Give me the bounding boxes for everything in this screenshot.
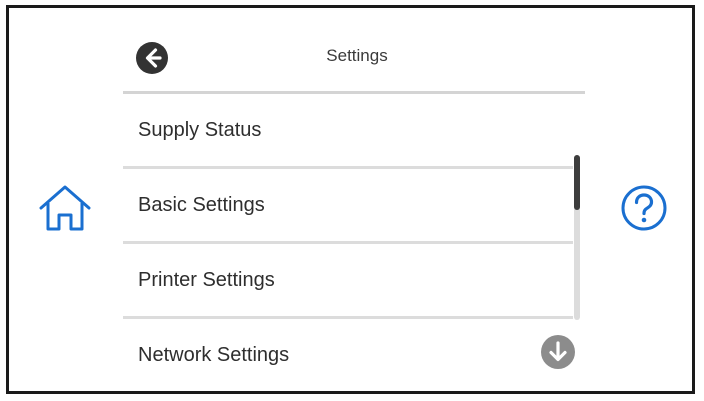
menu-item-network-settings[interactable]: Network Settings <box>123 319 573 394</box>
page-title: Settings <box>326 46 388 65</box>
settings-header: Settings <box>123 26 585 94</box>
settings-menu-list: Supply Status Basic Settings Printer Set… <box>123 94 573 394</box>
home-button[interactable] <box>36 183 94 233</box>
help-icon <box>621 185 667 231</box>
menu-item-label: Basic Settings <box>138 194 265 216</box>
menu-item-label: Printer Settings <box>138 269 275 291</box>
scrollbar-track[interactable] <box>574 155 580 320</box>
scroll-down-button[interactable] <box>540 334 576 370</box>
scrollbar-thumb[interactable] <box>574 155 580 210</box>
home-icon <box>39 185 91 231</box>
menu-item-printer-settings[interactable]: Printer Settings <box>123 244 573 319</box>
menu-item-label: Network Settings <box>138 344 290 366</box>
menu-item-supply-status[interactable]: Supply Status <box>123 94 573 169</box>
menu-item-label: Supply Status <box>138 119 262 141</box>
help-button[interactable] <box>619 183 669 233</box>
arrow-down-circle-icon <box>541 335 575 369</box>
menu-item-basic-settings[interactable]: Basic Settings <box>123 169 573 244</box>
